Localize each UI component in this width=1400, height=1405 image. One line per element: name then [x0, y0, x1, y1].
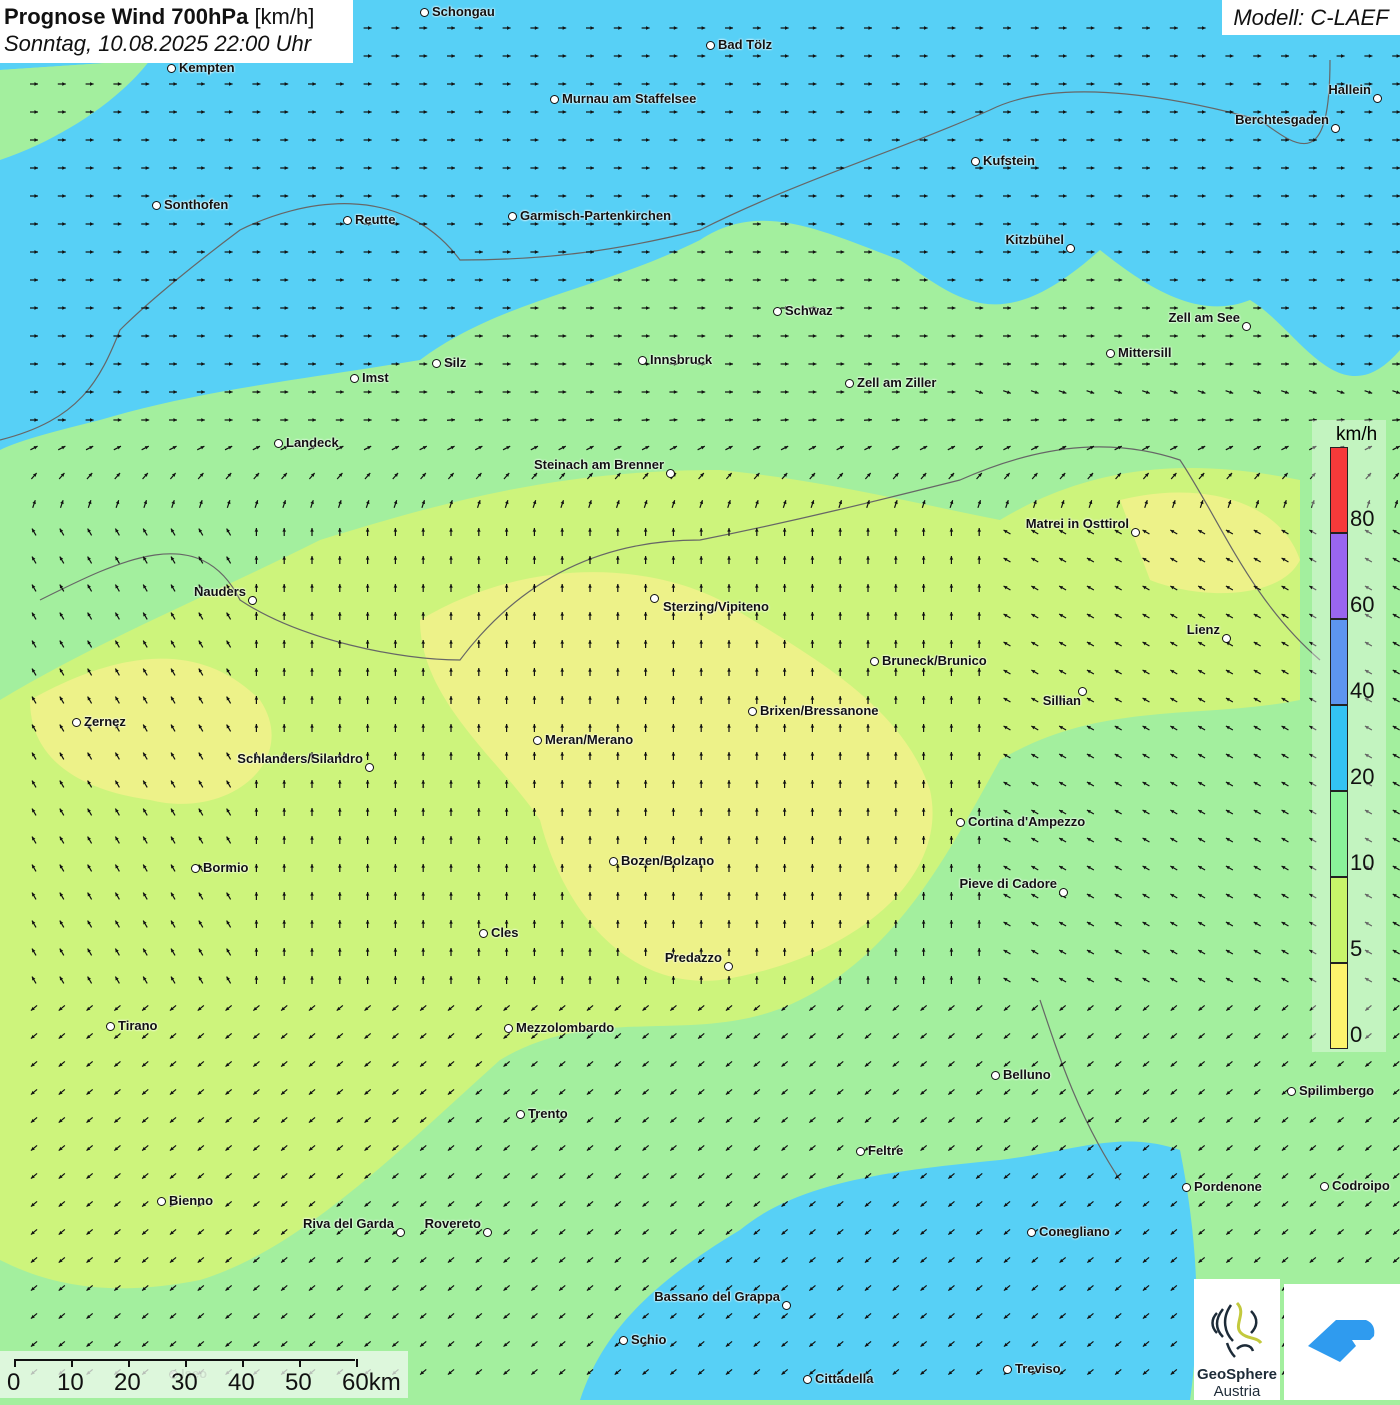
city-label: Innsbruck: [650, 352, 712, 367]
city-label: Garmisch-Partenkirchen: [520, 208, 671, 223]
city-label: Sonthofen: [164, 197, 228, 212]
city-label: Zell am See: [1168, 310, 1240, 325]
city-marker: [365, 763, 374, 772]
city-label: Imst: [362, 370, 389, 385]
city-marker: [1242, 322, 1251, 331]
city-label: Belluno: [1003, 1067, 1051, 1082]
city-label: Steinach am Brenner: [534, 457, 664, 472]
city-label: Kufstein: [983, 153, 1035, 168]
city-label: Bruneck/Brunico: [882, 653, 987, 668]
city-label: Schwaz: [785, 303, 833, 318]
city-marker: [724, 962, 733, 971]
city-label: Lienz: [1187, 622, 1220, 637]
city-label: Sillian: [1043, 693, 1081, 708]
city-marker: [1059, 888, 1068, 897]
city-label: Codroipo: [1332, 1178, 1390, 1193]
city-marker: [274, 439, 283, 448]
city-label: Cortina d'Ampezzo: [968, 814, 1085, 829]
city-label: Tirano: [118, 1018, 158, 1033]
city-marker: [343, 216, 352, 225]
city-marker: [157, 1197, 166, 1206]
city-label: Landeck: [286, 435, 339, 450]
city-marker: [550, 95, 559, 104]
city-label: Bormio: [203, 860, 249, 875]
city-marker: [638, 356, 647, 365]
city-label: Zernez: [84, 714, 126, 729]
city-marker: [152, 201, 161, 210]
city-marker: [479, 929, 488, 938]
city-marker: [1106, 349, 1115, 358]
city-label: Feltre: [868, 1143, 903, 1158]
city-label: Kitzbühel: [1006, 232, 1065, 247]
city-marker: [870, 657, 879, 666]
city-label: Zell am Ziller: [857, 375, 936, 390]
city-marker: [533, 736, 542, 745]
city-marker: [1222, 634, 1231, 643]
city-marker: [971, 157, 980, 166]
city-marker: [856, 1147, 865, 1156]
city-marker: [1320, 1182, 1329, 1191]
city-label: Spilimbergo: [1299, 1083, 1374, 1098]
city-marker: [396, 1228, 405, 1237]
city-marker: [748, 707, 757, 716]
city-label: Predazzo: [665, 950, 722, 965]
city-label: Schongau: [432, 4, 495, 19]
city-marker: [1131, 528, 1140, 537]
city-marker: [504, 1024, 513, 1033]
city-label: Silz: [444, 355, 466, 370]
city-label: Sterzing/Vipiteno: [663, 599, 769, 614]
city-marker: [991, 1071, 1000, 1080]
city-marker: [106, 1022, 115, 1031]
city-marker: [420, 8, 429, 17]
city-label: Bienno: [169, 1193, 213, 1208]
city-label: Hallein: [1328, 82, 1371, 97]
city-marker: [609, 857, 618, 866]
city-label: Cles: [491, 925, 518, 940]
city-label: Berchtesgaden: [1235, 112, 1329, 127]
city-label: Pieve di Cadore: [959, 876, 1057, 891]
city-marker: [350, 374, 359, 383]
city-label: Murnau am Staffelsee: [562, 91, 696, 106]
city-marker: [1373, 94, 1382, 103]
city-marker: [432, 359, 441, 368]
city-marker: [1331, 124, 1340, 133]
city-label: Nauders: [194, 584, 246, 599]
city-label: Trento: [528, 1106, 568, 1121]
city-marker: [1066, 244, 1075, 253]
city-marker: [706, 41, 715, 50]
city-marker: [1287, 1087, 1296, 1096]
city-marker: [508, 212, 517, 221]
city-label: Schlanders/Silandro: [237, 751, 363, 766]
city-label: Matrei in Osttirol: [1026, 516, 1129, 531]
city-label: Reutte: [355, 212, 395, 227]
city-marker: [650, 594, 659, 603]
city-marker: [845, 379, 854, 388]
city-label: Bozen/Bolzano: [621, 853, 714, 868]
city-label: Mittersill: [1118, 345, 1171, 360]
city-label: Meran/Merano: [545, 732, 633, 747]
city-marker: [248, 596, 257, 605]
city-label: Pordenone: [1194, 1179, 1262, 1194]
city-label: Brixen/Bressanone: [760, 703, 879, 718]
city-label: Bad Tölz: [718, 37, 772, 52]
city-marker: [516, 1110, 525, 1119]
city-marker: [191, 864, 200, 873]
city-marker: [666, 469, 675, 478]
city-marker: [1182, 1183, 1191, 1192]
city-marker: [773, 307, 782, 316]
city-marker: [167, 64, 176, 73]
city-marker: [72, 718, 81, 727]
city-label: Mezzolombardo: [516, 1020, 614, 1035]
city-marker: [956, 818, 965, 827]
